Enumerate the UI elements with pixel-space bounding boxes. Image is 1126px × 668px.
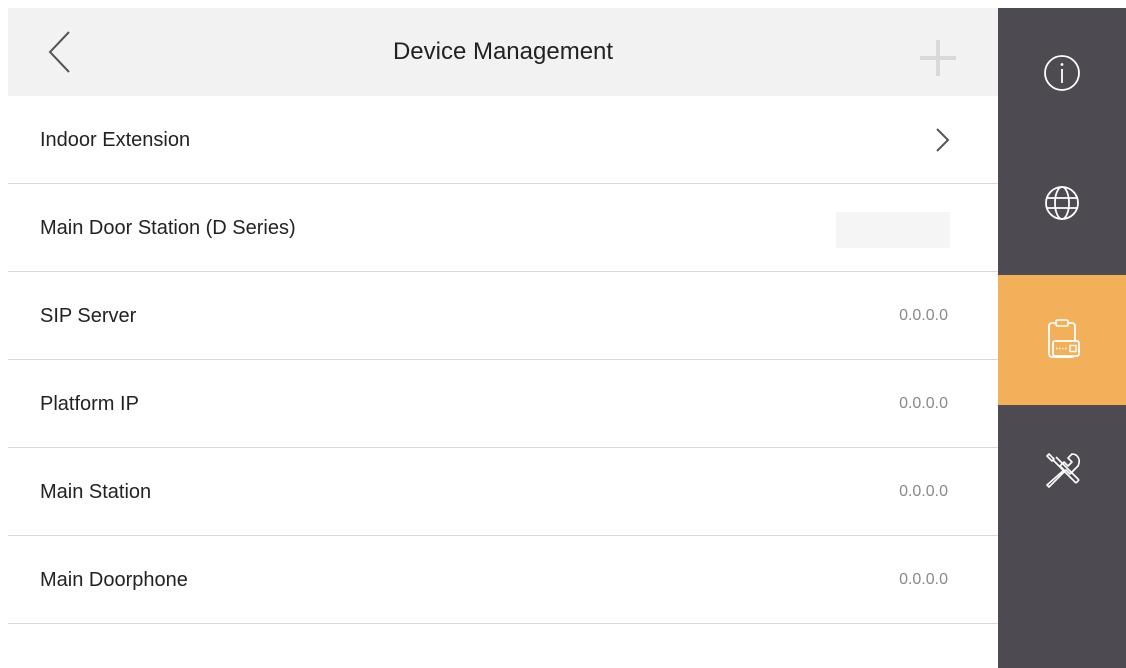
sidebar-item-settings[interactable] [998, 405, 1126, 535]
add-button[interactable] [908, 28, 968, 88]
row-label: Platform IP [40, 393, 139, 415]
row-label: Main Station [40, 481, 152, 503]
tools-icon [1046, 453, 1080, 488]
chevron-right-icon [936, 128, 950, 152]
settings-list: Indoor Extension Main Door Station (D Se… [8, 96, 998, 624]
row-main-doorphone[interactable]: Main Doorphone 0.0.0.0 [8, 536, 998, 624]
row-main-door-station[interactable]: Main Door Station (D Series) [8, 184, 998, 272]
sidebar-item-device-management[interactable] [998, 275, 1126, 405]
device-management-icon [1048, 319, 1080, 358]
sidebar-item-network[interactable] [998, 138, 1126, 268]
row-indoor-extension[interactable]: Indoor Extension [8, 96, 998, 184]
blank-field [836, 212, 950, 248]
main-panel: Device Management Indoor Extension Main … [8, 8, 998, 668]
sidebar [998, 8, 1126, 668]
row-label: Main Doorphone [40, 569, 188, 591]
info-icon [1044, 55, 1080, 91]
back-button[interactable] [30, 22, 90, 82]
globe-icon [1045, 186, 1079, 220]
row-sip-server[interactable]: SIP Server 0.0.0.0 [8, 272, 998, 360]
chevron-left-icon [48, 31, 70, 73]
row-label: SIP Server [40, 305, 137, 327]
row-main-station[interactable]: Main Station 0.0.0.0 [8, 448, 998, 536]
row-value: 0.0.0.0 [899, 307, 948, 324]
row-value: 0.0.0.0 [899, 395, 948, 412]
row-label: Indoor Extension [40, 129, 191, 151]
row-platform-ip[interactable]: Platform IP 0.0.0.0 [8, 360, 998, 448]
page-title: Device Management [392, 38, 614, 65]
row-label: Main Door Station (D Series) [40, 217, 296, 239]
sidebar-item-info[interactable] [998, 8, 1126, 138]
plus-icon [920, 40, 956, 76]
row-value: 0.0.0.0 [899, 483, 948, 500]
header-bar: Device Management [8, 8, 998, 96]
row-value: 0.0.0.0 [899, 571, 948, 588]
